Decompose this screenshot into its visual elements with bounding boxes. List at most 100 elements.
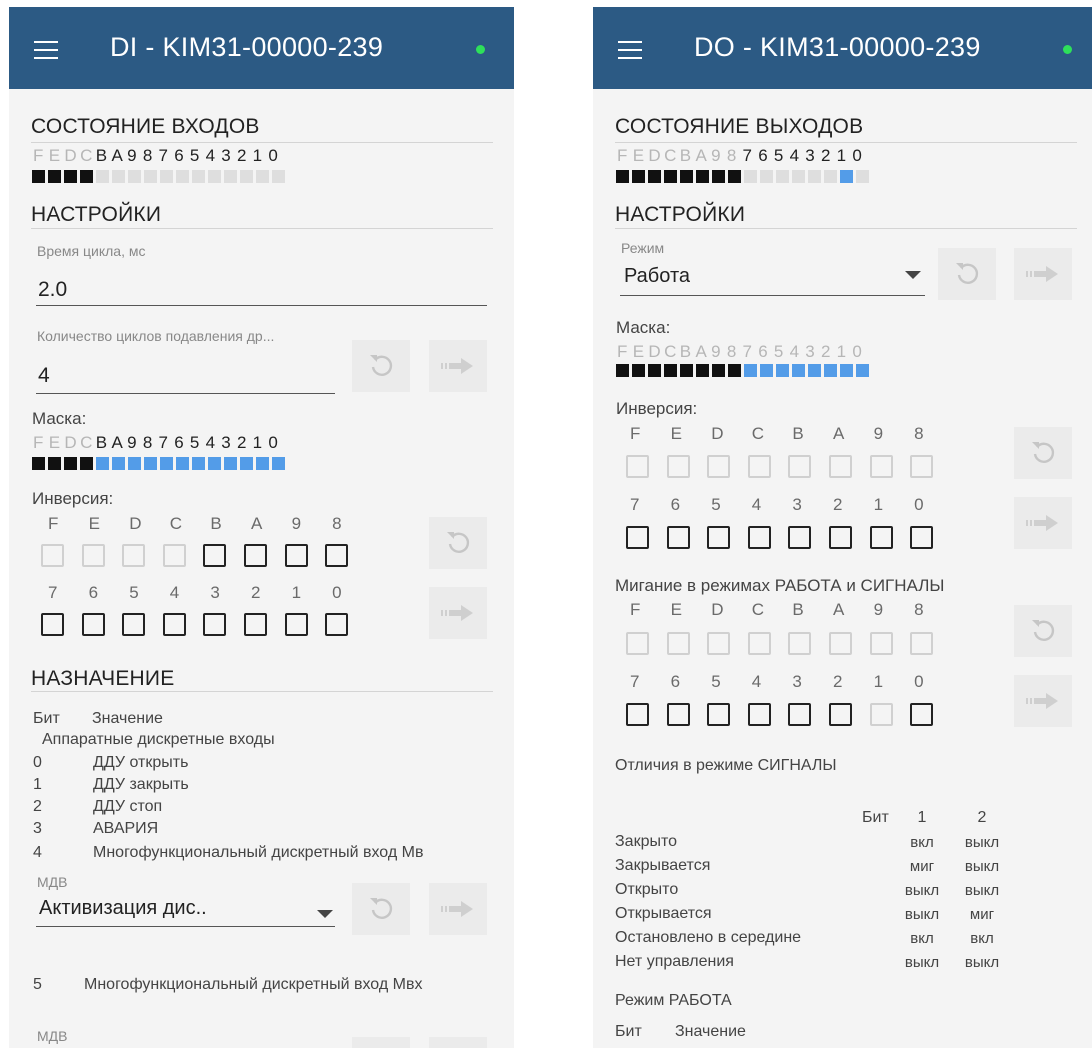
inversion-write-button[interactable] bbox=[1014, 497, 1072, 549]
bit-indicator[interactable] bbox=[664, 364, 677, 377]
bit-column-label: 9 bbox=[873, 600, 884, 619]
mask-label: Маска: bbox=[616, 318, 671, 337]
blink-write-button[interactable] bbox=[1014, 675, 1072, 727]
bit-checkbox[interactable] bbox=[666, 526, 690, 549]
inversion-low-checkboxes[interactable] bbox=[626, 526, 951, 549]
bit-indicator[interactable] bbox=[272, 457, 285, 470]
bit-checkbox[interactable] bbox=[788, 526, 812, 549]
blink-low-checkboxes[interactable] bbox=[626, 703, 951, 726]
inversion-reset-button[interactable] bbox=[1014, 427, 1072, 479]
bit-checkbox[interactable] bbox=[869, 526, 893, 549]
bit-indicator[interactable] bbox=[824, 364, 837, 377]
mask-bits[interactable] bbox=[32, 457, 288, 470]
bit-checkbox[interactable] bbox=[243, 613, 267, 636]
inversion-high-checkboxes[interactable] bbox=[626, 455, 951, 478]
bit-indicator[interactable] bbox=[632, 364, 645, 377]
bit-checkbox[interactable] bbox=[828, 703, 852, 726]
bit-indicator[interactable] bbox=[208, 457, 221, 470]
bit-indicator[interactable] bbox=[808, 364, 821, 377]
bit-indicator[interactable] bbox=[712, 364, 725, 377]
bit-indicator bbox=[632, 170, 645, 183]
mdv-underline bbox=[36, 926, 335, 927]
inversion-write-button[interactable] bbox=[429, 587, 487, 639]
mask-bits[interactable] bbox=[616, 364, 872, 377]
bit-checkbox[interactable] bbox=[707, 703, 731, 726]
bit-label: 9 bbox=[711, 342, 721, 361]
bit-indicator[interactable] bbox=[680, 364, 693, 377]
chevron-down-icon[interactable] bbox=[905, 271, 921, 279]
bit-indicator[interactable] bbox=[112, 457, 125, 470]
mode-reset-button[interactable] bbox=[938, 248, 996, 300]
bit-indicator[interactable] bbox=[32, 457, 45, 470]
mdv-reset-button[interactable] bbox=[352, 883, 410, 935]
bit-checkbox[interactable] bbox=[203, 613, 227, 636]
bit-checkbox[interactable] bbox=[747, 526, 771, 549]
chevron-down-icon[interactable] bbox=[317, 910, 333, 918]
bit-checkbox[interactable] bbox=[910, 526, 934, 549]
bit-checkbox[interactable] bbox=[162, 613, 186, 636]
bit-checkbox[interactable] bbox=[243, 544, 267, 567]
bit-checkbox[interactable] bbox=[788, 703, 812, 726]
bit-checkbox[interactable] bbox=[41, 613, 64, 636]
bit-checkbox[interactable] bbox=[666, 703, 690, 726]
bit-indicator[interactable] bbox=[840, 364, 853, 377]
bit-indicator[interactable] bbox=[80, 457, 93, 470]
bit-checkbox[interactable] bbox=[828, 526, 852, 549]
bit-indicator[interactable] bbox=[856, 364, 869, 377]
bit-checkbox[interactable] bbox=[325, 544, 349, 567]
mode-select[interactable]: Работа bbox=[624, 265, 690, 288]
bit-indicator[interactable] bbox=[616, 364, 629, 377]
bit-indicator[interactable] bbox=[144, 457, 157, 470]
bit-label: A bbox=[111, 146, 123, 165]
inversion-reset-button[interactable] bbox=[429, 517, 487, 569]
mdv-reset-button[interactable] bbox=[352, 1037, 410, 1048]
bit-checkbox bbox=[869, 703, 893, 726]
bit-checkbox[interactable] bbox=[284, 544, 308, 567]
col-value-header: Значение bbox=[92, 710, 163, 727]
bit-label: 6 bbox=[174, 146, 184, 165]
bit-checkbox[interactable] bbox=[203, 544, 227, 567]
bit-checkbox[interactable] bbox=[122, 613, 146, 636]
reset-button[interactable] bbox=[352, 340, 410, 392]
bit-indicator[interactable] bbox=[176, 457, 189, 470]
bit-checkbox[interactable] bbox=[626, 526, 649, 549]
menu-icon[interactable] bbox=[618, 41, 642, 59]
reset-icon bbox=[447, 532, 470, 553]
mdv-write-button[interactable] bbox=[429, 1037, 487, 1048]
bit-indicator[interactable] bbox=[648, 364, 661, 377]
bit-indicator[interactable] bbox=[48, 457, 61, 470]
bit-indicator[interactable] bbox=[192, 457, 205, 470]
menu-icon[interactable] bbox=[34, 41, 58, 59]
bit-indicator[interactable] bbox=[256, 457, 269, 470]
bit-checkbox[interactable] bbox=[81, 613, 105, 636]
mdv-write-button[interactable] bbox=[429, 883, 487, 935]
write-button[interactable] bbox=[429, 340, 487, 392]
blink-reset-button[interactable] bbox=[1014, 605, 1072, 657]
bit-indicator[interactable] bbox=[160, 457, 173, 470]
bit-column-label: D bbox=[711, 424, 724, 443]
bit-checkbox[interactable] bbox=[747, 703, 771, 726]
cycle-time-input[interactable]: 2.0 bbox=[38, 278, 67, 302]
mode-write-button[interactable] bbox=[1014, 248, 1072, 300]
suppress-cycles-input[interactable]: 4 bbox=[38, 364, 50, 388]
bit-checkbox[interactable] bbox=[325, 613, 349, 636]
inversion-high-checkboxes[interactable] bbox=[41, 544, 366, 567]
bit-indicator[interactable] bbox=[96, 457, 109, 470]
bit-checkbox[interactable] bbox=[284, 613, 308, 636]
bit-indicator[interactable] bbox=[64, 457, 77, 470]
bit-indicator[interactable] bbox=[696, 364, 709, 377]
bit-checkbox[interactable] bbox=[910, 703, 934, 726]
bit-indicator[interactable] bbox=[776, 364, 789, 377]
bit-indicator[interactable] bbox=[128, 457, 141, 470]
bit-indicator[interactable] bbox=[744, 364, 757, 377]
inversion-low-checkboxes[interactable] bbox=[41, 613, 366, 636]
bit-indicator[interactable] bbox=[240, 457, 253, 470]
blink-high-checkboxes[interactable] bbox=[626, 632, 951, 655]
bit-indicator[interactable] bbox=[728, 364, 741, 377]
bit-checkbox[interactable] bbox=[707, 526, 731, 549]
bit-indicator[interactable] bbox=[224, 457, 237, 470]
bit-checkbox[interactable] bbox=[626, 703, 649, 726]
mdv-select[interactable]: Активизация дис.. bbox=[39, 897, 207, 920]
bit-indicator[interactable] bbox=[760, 364, 773, 377]
bit-indicator[interactable] bbox=[792, 364, 805, 377]
